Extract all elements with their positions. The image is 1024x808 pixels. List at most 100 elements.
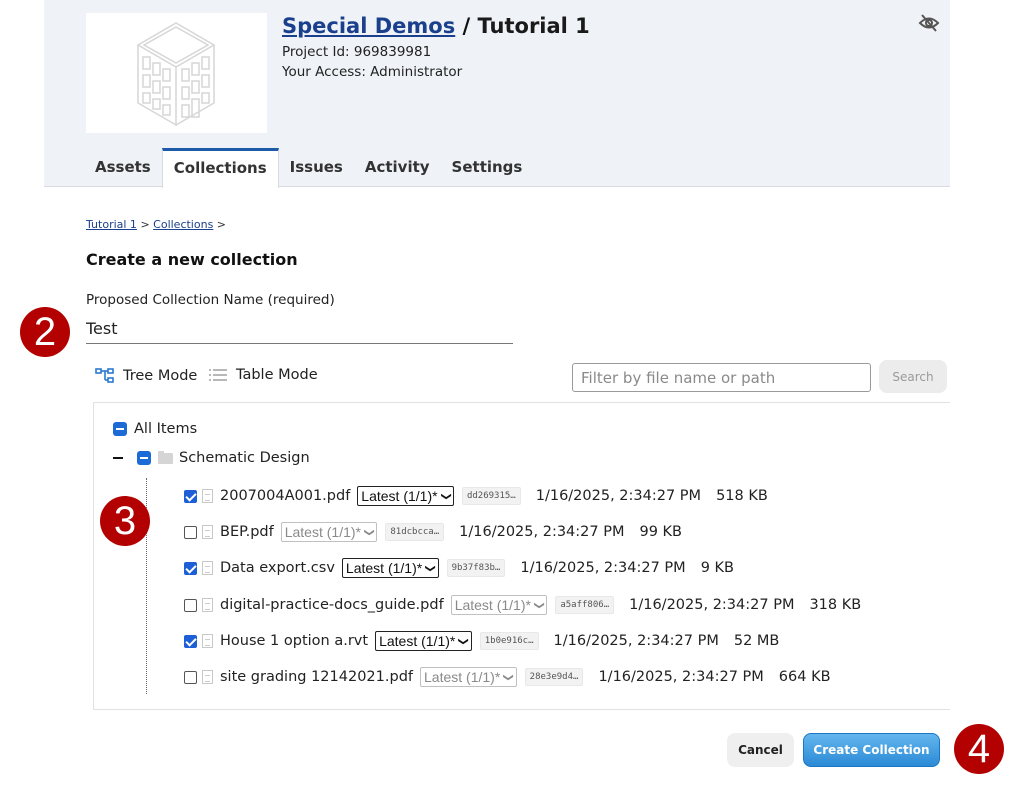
tree-folder-label: Schematic Design	[179, 450, 310, 466]
file-row: House 1 option a.rvt Latest (1/1)*❯ 1b0e91…	[184, 631, 779, 651]
collapse-icon[interactable]	[113, 457, 123, 459]
file-size: 9 KB	[701, 560, 734, 576]
file-size: 318 KB	[809, 597, 861, 613]
file-checkbox[interactable]	[184, 599, 197, 612]
file-icon	[202, 561, 213, 575]
file-date: 1/16/2025, 2:34:27 PM	[598, 669, 763, 685]
breadcrumb-separator: >	[140, 218, 149, 231]
chevron-down-icon: ❯	[425, 564, 436, 572]
breadcrumb-separator: >	[217, 218, 226, 231]
file-checkbox[interactable]	[184, 635, 197, 648]
file-checkbox[interactable]	[184, 490, 197, 503]
project-thumbnail	[86, 13, 267, 133]
file-name: Data export.csv	[220, 560, 335, 576]
partial-check-icon[interactable]	[113, 422, 127, 436]
file-hash: 1b0e916c…	[480, 632, 539, 650]
project-id: Project Id: 969839981	[282, 44, 431, 60]
file-checkbox[interactable]	[184, 671, 197, 684]
file-checkbox[interactable]	[184, 526, 197, 539]
file-icon	[202, 525, 213, 539]
file-hash: 28e3e9d4…	[525, 668, 584, 686]
tree-folder: Schematic Design	[113, 450, 310, 466]
file-date: 1/16/2025, 2:34:27 PM	[629, 597, 794, 613]
tab-assets[interactable]: Assets	[84, 148, 162, 187]
title-separator: /	[463, 14, 471, 38]
file-date: 1/16/2025, 2:34:27 PM	[554, 633, 719, 649]
file-icon	[202, 634, 213, 648]
file-row: 2007004A001.pdf Latest (1/1)*❯ dd269315… 1/…	[184, 486, 768, 506]
file-name: 2007004A001.pdf	[220, 488, 350, 504]
page-title: Create a new collection	[86, 250, 298, 269]
file-tree	[93, 402, 950, 710]
version-select[interactable]: Latest (1/1)*❯	[357, 486, 454, 506]
breadcrumb: Tutorial 1 > Collections >	[86, 218, 226, 231]
collection-name-input[interactable]	[86, 314, 513, 344]
create-collection-button[interactable]: Create Collection	[803, 733, 940, 767]
cancel-button[interactable]: Cancel	[727, 733, 794, 767]
tree-icon	[95, 367, 115, 385]
tab-issues[interactable]: Issues	[279, 148, 354, 187]
tab-activity[interactable]: Activity	[354, 148, 441, 187]
file-size: 664 KB	[779, 669, 831, 685]
file-name: BEP.pdf	[220, 524, 274, 540]
file-name: digital-practice-docs_guide.pdf	[220, 597, 444, 613]
file-row: digital-practice-docs_guide.pdf Latest (1…	[184, 595, 861, 615]
parent-project-link[interactable]: Special Demos	[282, 14, 455, 38]
file-date: 1/16/2025, 2:34:27 PM	[536, 488, 701, 504]
file-size: 518 KB	[716, 488, 768, 504]
version-value: Latest (1/1)*	[285, 524, 361, 540]
version-value: Latest (1/1)*	[379, 633, 455, 649]
file-date: 1/16/2025, 2:34:27 PM	[520, 560, 685, 576]
breadcrumb-tutorial[interactable]: Tutorial 1	[86, 218, 137, 231]
collection-name-label: Proposed Collection Name (required)	[86, 292, 335, 308]
list-icon	[208, 368, 228, 382]
file-hash: a5aff806…	[555, 596, 614, 614]
file-size: 99 KB	[639, 524, 682, 540]
version-value: Latest (1/1)*	[424, 669, 500, 685]
filter-input[interactable]	[572, 363, 871, 392]
tab-collections[interactable]: Collections	[162, 148, 279, 188]
version-value: Latest (1/1)*	[361, 488, 437, 504]
tree-root: All Items	[113, 421, 197, 437]
folder-icon	[158, 453, 173, 464]
chevron-down-icon: ❯	[458, 637, 469, 645]
file-icon	[202, 670, 213, 684]
tree-mode-label: Tree Mode	[123, 368, 197, 384]
file-name: site grading 12142021.pdf	[220, 669, 413, 685]
tab-settings[interactable]: Settings	[441, 148, 534, 187]
file-name: House 1 option a.rvt	[220, 633, 368, 649]
step-3-badge: 3	[100, 496, 150, 546]
file-hash: 81dcbcca…	[385, 523, 444, 541]
chevron-down-icon: ❯	[534, 601, 545, 609]
file-icon	[202, 598, 213, 612]
file-hash: dd269315…	[462, 487, 521, 505]
file-checkbox[interactable]	[184, 562, 197, 575]
version-select[interactable]: Latest (1/1)*❯	[420, 667, 517, 687]
search-button[interactable]: Search	[879, 360, 947, 393]
file-row: BEP.pdf Latest (1/1)*❯ 81dcbcca… 1/16/2025,…	[184, 522, 682, 542]
file-row: site grading 12142021.pdf Latest (1/1)*❯ 2…	[184, 667, 831, 687]
project-name: Tutorial 1	[478, 14, 590, 38]
project-header: Special Demos / Tutorial 1 Project Id: 9…	[44, 0, 950, 187]
file-icon	[202, 489, 213, 503]
project-access: Your Access: Administrator	[282, 64, 462, 80]
table-mode-toggle[interactable]: Table Mode	[208, 367, 318, 383]
version-select[interactable]: Latest (1/1)*❯	[375, 631, 472, 651]
tree-mode-toggle[interactable]: Tree Mode	[95, 367, 197, 385]
chevron-down-icon: ❯	[364, 528, 375, 536]
file-hash: 9b37f83b…	[447, 559, 506, 577]
version-value: Latest (1/1)*	[346, 560, 422, 576]
file-row: Data export.csv Latest (1/1)*❯ 9b37f83b… 1/…	[184, 558, 734, 578]
step-4-badge: 4	[954, 724, 1004, 774]
chevron-down-icon: ❯	[503, 673, 514, 681]
table-mode-label: Table Mode	[236, 367, 318, 383]
eye-off-icon[interactable]	[917, 12, 941, 34]
version-select[interactable]: Latest (1/1)*❯	[342, 558, 439, 578]
breadcrumb-collections[interactable]: Collections	[153, 218, 213, 231]
partial-check-icon[interactable]	[137, 451, 151, 465]
step-2-badge: 2	[20, 307, 70, 357]
version-select[interactable]: Latest (1/1)*❯	[451, 595, 548, 615]
version-select[interactable]: Latest (1/1)*❯	[281, 522, 378, 542]
file-date: 1/16/2025, 2:34:27 PM	[459, 524, 624, 540]
tree-root-label: All Items	[134, 421, 197, 437]
